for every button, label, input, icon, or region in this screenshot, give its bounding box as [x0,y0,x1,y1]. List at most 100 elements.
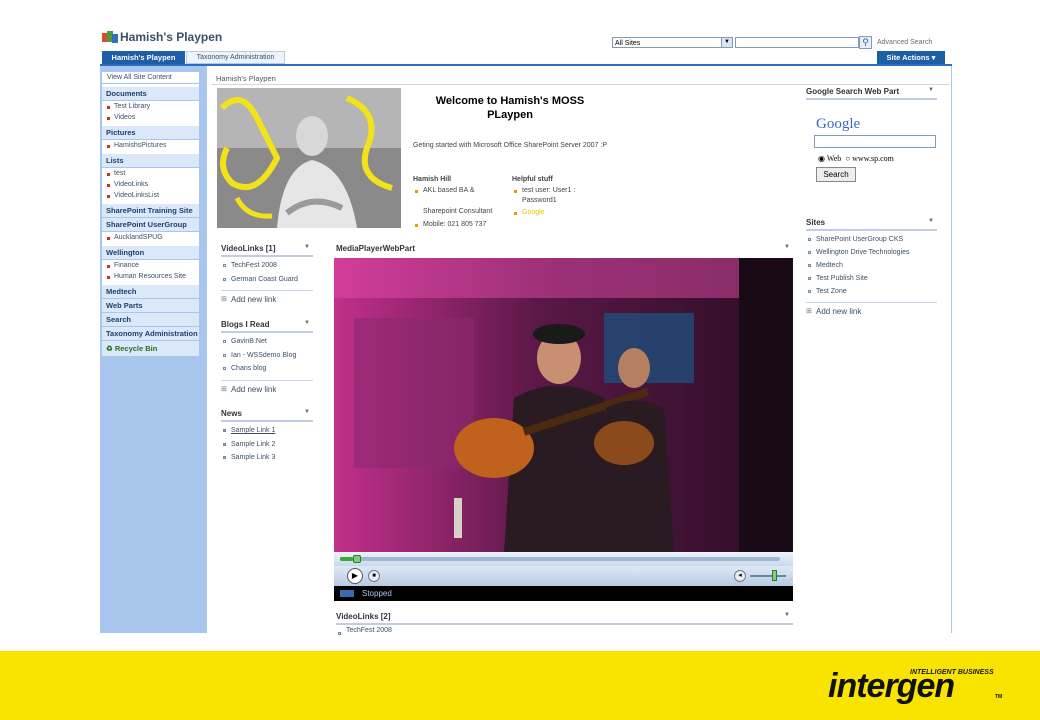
videolinks1-header[interactable]: ▼ VideoLinks [1] [221,244,313,257]
news-header[interactable]: ▼ News [221,409,313,422]
google-search-button[interactable]: Search [816,167,856,182]
intergen-logo: intergen [828,667,955,705]
google-link[interactable]: Google [512,208,602,218]
helpful-line-1: test user: User1 : Password1 [512,186,602,206]
chevron-down-icon[interactable]: ▼ [928,87,937,93]
volume-handle[interactable] [772,570,777,581]
mute-icon[interactable]: ◂ [734,570,746,582]
breadcrumb[interactable]: Hamish's Playpen [216,74,276,83]
mediaplayer-header[interactable]: ▼ MediaPlayerWebPart [336,244,793,255]
recycle-bin-link[interactable]: ♻ Recycle Bin [102,341,199,356]
contact-heading: Hamish Hill [413,176,452,183]
list-item[interactable]: Chans blog [221,362,313,376]
player-status-text: Stopped [362,589,392,598]
videolinks2-header[interactable]: ▼ VideoLinks [2] [336,612,793,625]
nav-heading-web-parts[interactable]: Web Parts [102,299,199,313]
getting-started-text: Geting started with Microsoft Office Sha… [412,142,608,149]
blogs-title: Blogs I Read [221,320,270,329]
nav-item-finance[interactable]: Finance [102,260,199,271]
google-logo: Google [816,116,861,132]
chevron-down-icon[interactable]: ▼ [784,612,793,618]
chevron-down-icon[interactable]: ▼ [784,244,793,250]
add-new-link[interactable]: Add new link [806,307,937,316]
list-item[interactable]: SharePoint UserGroup CKS [806,233,937,246]
nav-heading-lists[interactable]: Lists [102,154,199,168]
nav-item-human-resources-site[interactable]: Human Resources Site [102,271,199,282]
stop-icon[interactable]: ■ [368,570,380,582]
sites-title: Sites [806,218,826,227]
tab-hamishs-playpen[interactable]: Hamish's Playpen [102,51,185,64]
player-status-bar: Stopped [334,586,793,601]
helpful-heading: Helpful stuff [512,176,553,183]
add-new-link[interactable]: Add new link [221,295,313,304]
list-item[interactable]: Medtech [806,259,937,272]
list-item[interactable]: Wellington Drive Technologies [806,246,937,259]
video-frame[interactable] [334,258,793,552]
list-item[interactable]: German Coast Guard [221,273,313,287]
view-all-site-content-link[interactable]: View All Site Content [102,72,199,84]
nav-heading-medtech[interactable]: Medtech [102,285,199,299]
nav-heading-pictures[interactable]: Pictures [102,126,199,140]
nav-heading-taxonomy-administration[interactable]: Taxonomy Administration [102,327,199,341]
nav-heading-sharepoint-usergroup[interactable]: SharePoint UserGroup [102,218,199,232]
list-item[interactable]: Test Publish Site [806,272,937,285]
search-scope-select[interactable]: All Sites [612,37,733,48]
search-icon[interactable]: ⚲ [859,36,872,49]
site-actions-button[interactable]: Site Actions ▾ [877,51,945,64]
list-item[interactable]: Ian - WSSdemo Blog [221,349,313,363]
helpful-stuff-block: Helpful stuff test user: User1 : Passwor… [512,176,602,218]
nav-heading-documents[interactable]: Documents [102,87,199,101]
sites-header[interactable]: ▼ Sites [806,218,937,231]
list-item[interactable]: Sample Link 2 [221,438,313,452]
nav-heading-wellington[interactable]: Wellington [102,246,199,260]
play-icon[interactable]: ▶ [347,568,363,584]
seek-progress [340,557,353,561]
profile-photo [217,88,401,228]
sites-webpart: ▼ Sites SharePoint UserGroup CKS Wellingt… [806,218,937,316]
chevron-down-icon[interactable]: ▼ [304,320,313,326]
nav-heading-search[interactable]: Search [102,313,199,327]
quick-launch: View All Site Content Documents Test Lib… [102,72,199,356]
nav-item-aucklandspug[interactable]: AucklandSPUG [102,232,199,243]
chevron-down-icon[interactable]: ▼ [304,409,313,415]
news-title: News [221,409,242,418]
volume-track[interactable] [750,575,786,577]
mediaplayer-title: MediaPlayerWebPart [336,244,415,253]
news-webpart: ▼ News Sample Link 1 Sample Link 2 Sample… [221,409,313,465]
list-item[interactable]: Test Zone [806,285,937,298]
seek-handle[interactable] [353,555,361,563]
nav-heading-sharepoint-training-site[interactable]: SharePoint Training Site [102,204,199,218]
chevron-down-icon[interactable]: ▼ [304,244,313,250]
chevron-down-icon[interactable]: ▼ [721,37,733,48]
nav-item-videolinks[interactable]: VideoLinks [102,179,199,190]
seek-bar[interactable] [334,552,793,566]
nav-item-test[interactable]: test [102,168,199,179]
breadcrumb-divider [212,84,950,85]
add-new-link[interactable]: Add new link [221,385,313,394]
nav-item-test-library[interactable]: Test Library [102,101,199,112]
trademark-mark: TM [995,694,1003,700]
google-search-header[interactable]: ▼ Google Search Web Part [806,87,937,100]
contact-block: Hamish Hill AKL based BA & Sharepoint Co… [413,176,505,230]
list-item[interactable]: TechFest 2008 [336,627,793,635]
list-item[interactable]: TechFest 2008 [221,259,313,273]
list-item[interactable]: Sample Link 3 [221,451,313,465]
radio-web[interactable]: ◉ [818,154,825,163]
radio-site[interactable]: ○ [845,154,850,163]
nav-item-videos[interactable]: Videos [102,112,199,123]
chevron-down-icon[interactable]: ▼ [928,218,937,224]
contact-line-1: AKL based BA & [413,186,505,196]
contact-line-2: Sharepoint Consultant [423,208,493,215]
nav-item-videolinkslist[interactable]: VideoLinksList [102,190,199,201]
search-input[interactable] [735,37,859,48]
site-title[interactable]: Hamish's Playpen [120,30,222,44]
list-item[interactable]: Sample Link 1 [221,424,313,438]
blogs-webpart: ▼ Blogs I Read GavinB.Net Ian - WSSdemo B… [221,320,313,394]
site-logo-icon [102,31,118,44]
nav-item-hamishspictures[interactable]: HamishsPictures [102,140,199,151]
list-item[interactable]: GavinB.Net [221,335,313,349]
tab-taxonomy-administration[interactable]: Taxonomy Administration [186,51,285,64]
advanced-search-link[interactable]: Advanced Search [877,39,932,46]
blogs-header[interactable]: ▼ Blogs I Read [221,320,313,333]
google-search-input[interactable] [814,135,936,148]
